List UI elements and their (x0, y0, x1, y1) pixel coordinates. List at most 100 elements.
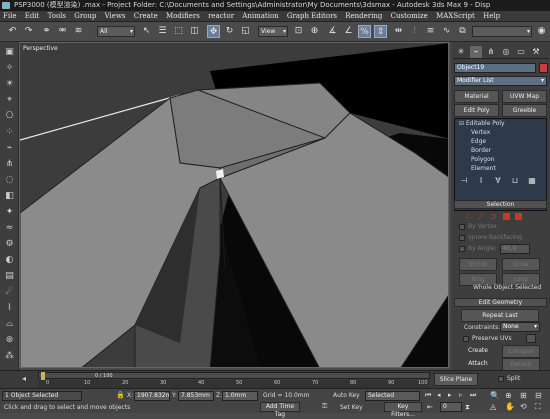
select-object-icon[interactable]: ↖ (140, 25, 153, 38)
uvw-map-button[interactable]: UVW Map (502, 90, 547, 103)
create-box-icon[interactable]: ▣ (3, 46, 16, 59)
lock-selection-icon[interactable]: 🔒 (116, 391, 125, 399)
snaps-toggle-icon[interactable]: ∡ (326, 25, 339, 38)
spinner-snap-icon[interactable]: ⇕ (374, 25, 387, 38)
stack-item-element[interactable]: Element (455, 164, 546, 173)
grow-button[interactable]: Grow (502, 258, 540, 271)
cloth-icon[interactable]: ⌓ (3, 318, 16, 331)
pivot-center-icon[interactable]: ⊡ (292, 25, 305, 38)
reference-coordinate-dropdown[interactable]: View (258, 26, 288, 37)
menu-help[interactable]: Help (480, 11, 503, 22)
by-vertex-checkbox[interactable] (459, 224, 465, 230)
helpers-icon[interactable]: ⌖ (3, 94, 16, 107)
key-filters-button[interactable]: Key Filters... (384, 402, 422, 418)
selection-rollout-header[interactable]: Selection (454, 200, 547, 209)
z-coordinate-field[interactable]: 1.0mm (222, 391, 258, 401)
unlink-icon[interactable]: ⚮ (56, 25, 69, 38)
key-mode-icon[interactable]: ⇤ (427, 403, 433, 411)
select-by-name-icon[interactable]: ☰ (156, 25, 169, 38)
hair-icon[interactable]: ⌇ (3, 302, 16, 315)
layer-manager-icon[interactable]: ≡ (424, 25, 437, 38)
play-icon[interactable]: ▸ (448, 391, 452, 399)
bind-space-warp-icon[interactable]: ≋ (72, 25, 85, 38)
undo-icon[interactable]: ↶ (6, 25, 19, 38)
rectangular-selection-icon[interactable]: ⬚ (172, 25, 185, 38)
by-angle-checkbox[interactable] (459, 246, 465, 252)
particles-icon[interactable]: ⁘ (3, 126, 16, 139)
menu-reactor[interactable]: reactor (205, 11, 237, 22)
set-key-icon[interactable]: ⚿ (322, 402, 327, 411)
zoom-extents-all-icon[interactable]: ⊟ (535, 391, 542, 400)
go-to-start-icon[interactable]: ⏮ (425, 391, 431, 400)
menu-customize[interactable]: Customize (388, 11, 431, 22)
redo-icon[interactable]: ↷ (22, 25, 35, 38)
y-coordinate-field[interactable]: 7.853mm (178, 391, 214, 401)
menu-views[interactable]: Views (102, 11, 129, 22)
time-slider-thumb[interactable] (41, 372, 45, 380)
lights-icon[interactable]: ☀ (3, 78, 16, 91)
curve-editor-icon[interactable]: ∿ (440, 25, 453, 38)
maximize-viewport-icon[interactable]: ⛶ (535, 402, 541, 412)
create-shape-icon[interactable]: ✧ (3, 62, 16, 75)
menu-group[interactable]: Group (71, 11, 99, 22)
set-key-label[interactable]: Set Key (340, 404, 363, 411)
systems-icon[interactable]: ⚙ (3, 238, 16, 251)
constraints-dropdown[interactable]: None ▾ (500, 322, 540, 332)
split-checkbox[interactable] (498, 376, 504, 382)
material-editor-icon[interactable]: ◐ (3, 254, 16, 267)
orbit-icon[interactable]: ⟲ (520, 402, 527, 411)
next-frame-icon[interactable]: ▹ (459, 391, 463, 399)
collapse-button[interactable]: Collapse (502, 345, 540, 358)
cameras-icon[interactable]: ⎔ (3, 110, 16, 123)
create-button[interactable]: Create (459, 345, 497, 358)
menu-edit[interactable]: Edit (22, 11, 43, 22)
pin-stack-icon[interactable]: ⊣ (458, 175, 470, 187)
display-icon[interactable]: ◧ (3, 190, 16, 203)
edit-poly-button[interactable]: Edit Poly (454, 104, 499, 117)
object-color-swatch[interactable] (539, 63, 548, 73)
viewport-label[interactable]: Perspective (23, 45, 58, 52)
modify-tab-icon[interactable]: ⌁ (470, 46, 482, 58)
slice-plane-button[interactable]: Slice Plane (434, 373, 478, 386)
motion-tab-icon[interactable]: ◎ (500, 46, 512, 58)
window-crossing-icon[interactable]: ◫ (188, 25, 201, 38)
utilities-icon[interactable]: ✦ (3, 206, 16, 219)
modifier-list-dropdown[interactable]: Modifier List ▾ (454, 76, 547, 86)
hierarchy-tab-icon[interactable]: ⋔ (485, 46, 497, 58)
edit-geometry-rollout-header[interactable]: Edit Geometry (454, 298, 547, 307)
polygon-mode-icon[interactable] (503, 213, 510, 220)
preserve-uvs-checkbox[interactable] (463, 336, 469, 342)
motion-icon[interactable]: ◌ (3, 174, 16, 187)
ignore-backfacing-checkbox[interactable] (459, 235, 465, 241)
modifier-stack[interactable]: ⊟ Editable Poly Vertex Edge Border Polyg… (454, 118, 547, 211)
preserve-uvs-settings-icon[interactable] (526, 334, 536, 343)
align-icon[interactable]: ⫶ (408, 25, 421, 38)
edge-mode-icon[interactable]: ⟋ (478, 212, 484, 222)
pan-icon[interactable]: ✋ (505, 402, 515, 411)
perspective-viewport[interactable]: Perspective (19, 42, 449, 368)
selection-filter-dropdown[interactable]: All (97, 26, 135, 37)
element-mode-icon[interactable] (515, 213, 522, 220)
stack-item-border[interactable]: Border (455, 146, 546, 155)
border-mode-icon[interactable]: ⊃ (490, 212, 497, 221)
utilities-tab-icon[interactable]: ⚒ (530, 46, 542, 58)
angle-snap-icon[interactable]: ∠ (342, 25, 355, 38)
stack-item-polygon[interactable]: Polygon (455, 155, 546, 164)
vertex-mode-icon[interactable]: ∴ (466, 212, 471, 221)
named-selection-dropdown[interactable] (472, 26, 532, 37)
quick-render-icon[interactable]: ◉ (535, 25, 548, 38)
menu-create[interactable]: Create (131, 11, 161, 22)
field-of-view-icon[interactable]: ◬ (490, 402, 496, 411)
space-warps-icon[interactable]: ≈ (3, 222, 16, 235)
zoom-icon[interactable]: 🔍 (490, 391, 500, 400)
stack-item-edge[interactable]: Edge (455, 137, 546, 146)
mirror-icon[interactable]: ⇹ (392, 25, 405, 38)
by-angle-input[interactable]: 45.0 (500, 244, 530, 254)
select-and-scale-icon[interactable]: ◱ (239, 25, 252, 38)
stack-item-vertex[interactable]: Vertex (455, 128, 546, 137)
track-bar[interactable]: 0 10 20 30 40 50 60 70 80 90 100 (38, 380, 430, 388)
create-tab-icon[interactable]: ✳ (455, 46, 467, 58)
select-and-move-icon[interactable]: ✥ (207, 25, 220, 38)
schematic-view-icon[interactable]: ⧉ (456, 25, 469, 38)
current-frame-field[interactable]: 0 (440, 402, 462, 412)
